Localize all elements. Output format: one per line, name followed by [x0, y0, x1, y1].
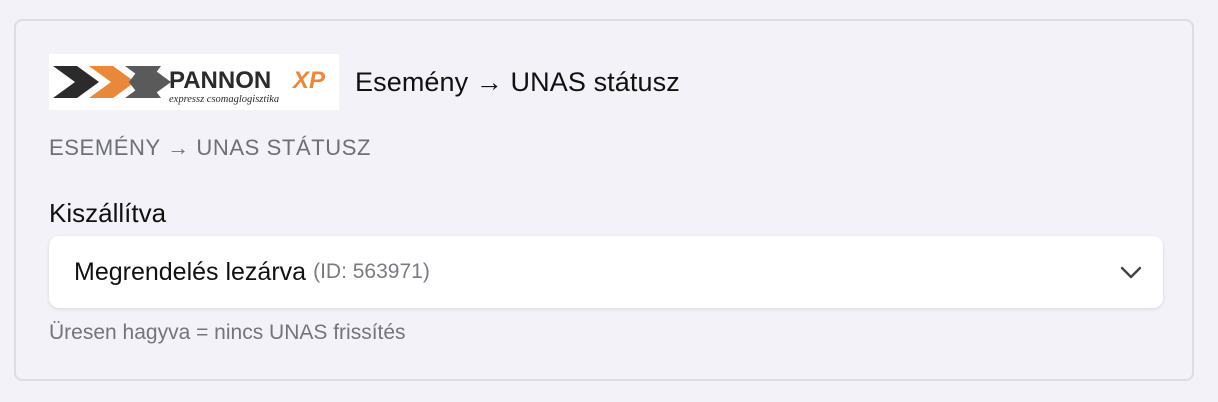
pannon-xp-logo: PANNON XP expressz csomaglogisztika: [49, 54, 339, 110]
card-header: PANNON XP expressz csomaglogisztika Esem…: [49, 54, 680, 110]
logo-brand-text: PANNON: [169, 67, 271, 94]
chevron-down-icon: [1119, 260, 1143, 284]
settings-card: PANNON XP expressz csomaglogisztika Esem…: [14, 19, 1194, 381]
header-title: Esemény → UNAS státusz: [355, 66, 680, 97]
select-id: (ID: 563971): [313, 260, 430, 283]
select-value: Megrendelés lezárva: [74, 257, 307, 286]
logo-brand-suffix: XP: [291, 67, 326, 94]
section-label: ESEMÉNY → UNAS STÁTUSZ: [49, 135, 372, 160]
status-select[interactable]: Megrendelés lezárva (ID: 563971): [49, 236, 1163, 308]
field-hint: Üresen hagyva = nincs UNAS frissítés: [49, 321, 406, 344]
field-label-kiszallitva: Kiszállítva: [49, 198, 167, 228]
logo-tagline: expressz csomaglogisztika: [169, 94, 279, 105]
